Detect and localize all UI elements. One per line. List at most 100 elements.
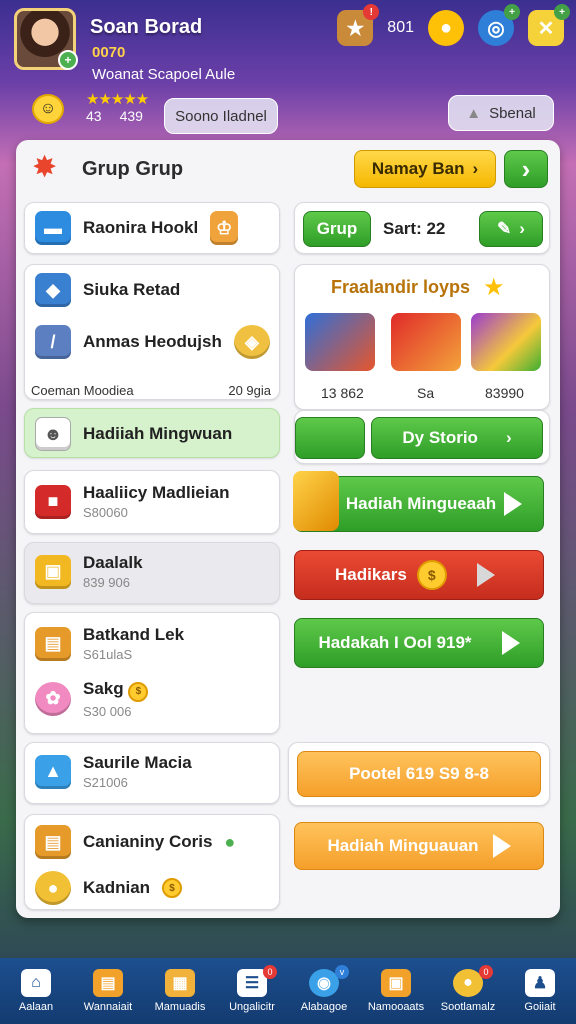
player-level: 0070	[92, 44, 126, 61]
card-hadiiah[interactable]: ☻ Hadiiah Mingwuan	[24, 408, 280, 458]
gift-icon[interactable]: ★!	[337, 4, 380, 46]
nav-item-list[interactable]: ☰ 0 Ungalicitr	[217, 965, 287, 1013]
rewards-card: Fraalandir loyps ★ 13 862 Sa 83990	[294, 264, 550, 410]
card-footer-right: 20 9gia	[228, 383, 271, 398]
settings-icon[interactable]: ✕ +	[528, 4, 570, 46]
gold-prize-icon	[293, 471, 339, 531]
hadikars-label: Hadikars	[335, 565, 407, 584]
gem-icon: ◈	[233, 325, 270, 359]
group-button[interactable]: Grup	[303, 211, 371, 247]
reward-envelope-icon[interactable]	[391, 313, 461, 371]
stat-right: 439	[119, 108, 143, 124]
next-button[interactable]: ›	[504, 150, 548, 188]
hadakah-label: Hadakah I Ool 919*	[318, 633, 472, 652]
coin-count: 801	[387, 19, 414, 36]
play-icon	[476, 563, 495, 587]
story-button-label: Dy Storio	[402, 428, 478, 447]
card-group: Grup Sart: 22 ✎ ›	[294, 202, 550, 254]
hadiah-minguauan-label: Hadiah Minguauan	[327, 836, 479, 855]
nav-item-treasure[interactable]: ▣ Namooaats	[361, 969, 431, 1013]
crate-icon: ▣	[35, 554, 71, 589]
nav-item-calendar[interactable]: ▦ Mamuadis	[145, 969, 215, 1013]
gamepad-icon[interactable]: ◎ +	[478, 4, 520, 46]
story-left-button[interactable]	[295, 417, 365, 459]
home-icon: ⌂	[21, 969, 51, 997]
card-title: Haaliicy Madlieian	[83, 483, 230, 502]
card-haaliicy[interactable]: ■ Haaliicy Madlieian S80060	[24, 470, 280, 534]
group-button-label: Grup	[316, 219, 358, 238]
player-name: Soan Borad	[90, 16, 203, 38]
hadakah-button[interactable]: Hadakah I Ool 919*	[294, 618, 544, 668]
play-icon	[501, 631, 520, 655]
item-title: Anmas Heodujsh	[83, 332, 222, 351]
chevron-right-icon: ›	[521, 153, 531, 184]
ticket-button[interactable]: ✎ ›	[479, 211, 543, 247]
hadiah-minggu-button[interactable]: Hadiah Mingueaah	[293, 471, 544, 532]
center-pill-label: Soono Iladnel	[175, 107, 267, 125]
bottom-nav: ⌂ Aalaan ▤ Wannaiait ▦ Mamuadis ☰ 0 Unga…	[0, 958, 576, 1024]
nav-badge: v	[335, 965, 349, 979]
pootel-button[interactable]: Pootel 619 S9 8-8	[297, 751, 541, 797]
item-title: Batkand Lek	[83, 625, 185, 644]
calendar-icon: ▦	[165, 969, 195, 997]
top-icon-bar: ★! 801 ● ◎ + ✕ +	[337, 4, 570, 46]
giftbox-icon: ■	[35, 484, 71, 519]
card-subtitle: S80060	[83, 505, 128, 520]
hadikars-button[interactable]: Hadikars $	[294, 550, 544, 600]
potion-icon: ●	[224, 831, 236, 852]
sword-icon: /	[35, 325, 71, 359]
item-title: Siuka Retad	[83, 280, 181, 299]
card-title: Daalalk	[83, 553, 143, 572]
story-button[interactable]: Dy Storio ›	[371, 417, 543, 459]
card-subtitle: 839 906	[83, 575, 130, 590]
nav-label: Sootlamalz	[440, 1001, 496, 1013]
nav-item-coins[interactable]: ● 0 Sootlamalz	[433, 965, 503, 1013]
pootel-label: Pootel 619 S9 8-8	[349, 764, 489, 783]
center-pill-button[interactable]: Soono Iladnel	[164, 98, 278, 134]
reward-blocks-icon[interactable]	[471, 313, 541, 371]
reward-value-2: Sa	[417, 385, 435, 401]
nav-item-chest[interactable]: ▤ Wannaiait	[73, 969, 143, 1013]
nav-label: Mamuadis	[154, 1001, 206, 1013]
chevron-right-icon: ›	[519, 219, 525, 238]
hadiah-minggu-label: Hadiah Mingueaah	[345, 494, 497, 513]
card-saurile[interactable]: ▲ Saurile Macia S21006	[24, 742, 280, 804]
notification-dot: +	[554, 4, 570, 20]
item-title-text: Sakg	[83, 679, 124, 698]
star-badge-icon: ✸	[32, 151, 58, 184]
card-raonira[interactable]: ▬ Raonira Hookl ♔	[24, 202, 280, 254]
nav-badge: 0	[263, 965, 277, 979]
play-icon	[492, 834, 511, 858]
right-pill-button[interactable]: ▲ Sbenal	[448, 95, 554, 131]
chest-icon: ▤	[35, 825, 71, 859]
right-pill-label: Sbenal	[489, 104, 536, 122]
cube-icon: ◆	[35, 273, 71, 307]
item-subtitle: S30 006	[83, 703, 132, 719]
main-panel: ✸ Grup Grup Namay Ban › › ▬ Raonira Hook…	[16, 140, 560, 918]
reward-scroll-icon[interactable]	[305, 313, 375, 371]
nav-label: Namooaats	[367, 1001, 425, 1013]
nav-item-friends[interactable]: ♟ Goiiait	[505, 969, 575, 1013]
online-badge-icon: +	[58, 50, 78, 70]
coin-icon[interactable]: ●	[428, 10, 464, 46]
nav-item-home[interactable]: ⌂ Aalaan	[1, 969, 71, 1013]
hadiah-minguauan-button[interactable]: Hadiah Minguauan	[294, 822, 544, 870]
card-title: Hadiiah Mingwuan	[83, 424, 233, 443]
nav-label: Wannaiait	[83, 1001, 133, 1013]
star-icon: ★	[483, 274, 505, 301]
trophy-icon: ♔	[210, 211, 239, 245]
card-daalalk[interactable]: ▣ Daalalk 839 906	[24, 542, 280, 604]
namay-ban-button[interactable]: Namay Ban ›	[354, 150, 496, 188]
item-title: Kadnian	[83, 878, 151, 897]
card-canianiny: ▤ Canianiny Coris ● ● Kadnian $	[24, 814, 280, 910]
nav-item-globe[interactable]: ◉ v Alabagoe	[289, 965, 359, 1013]
header: + Soan Borad 0070 Woanat Scapoel Aule ★!…	[0, 0, 576, 140]
notification-dot: +	[504, 4, 520, 20]
book-icon: ▬	[35, 211, 71, 245]
nav-label: Aalaan	[18, 1001, 54, 1013]
item-title: Canianiny Coris	[83, 832, 213, 851]
chest-icon: ▤	[93, 969, 123, 997]
reward-value-1: 13 862	[321, 385, 364, 401]
bell-icon: ▲	[466, 104, 482, 122]
coins-icon: ●	[35, 871, 71, 905]
